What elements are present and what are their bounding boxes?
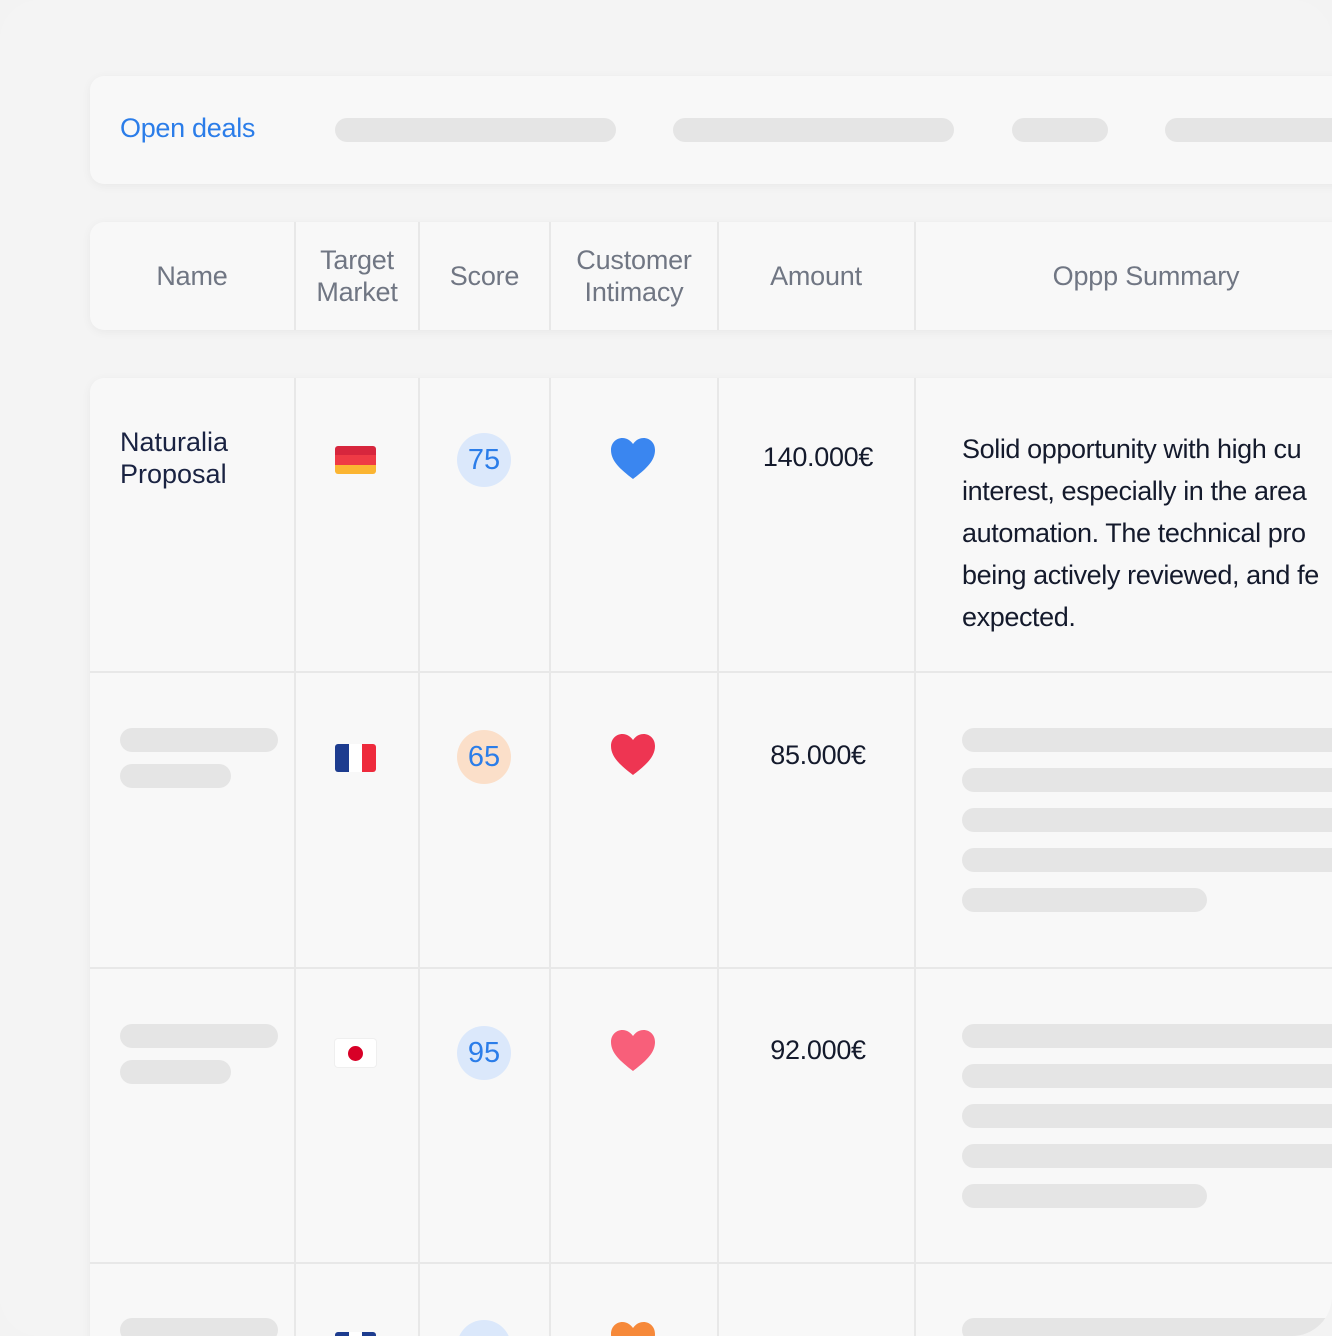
name-placeholder <box>120 1318 278 1336</box>
column-divider <box>717 378 719 1336</box>
deal-name-line: Naturalia <box>120 427 229 457</box>
heart-shape <box>611 734 655 775</box>
tab-placeholder[interactable] <box>1165 118 1332 142</box>
heart-icon <box>611 1030 655 1071</box>
name-placeholder <box>120 728 278 752</box>
france-flag-icon <box>335 744 376 772</box>
column-divider <box>914 378 916 1336</box>
deal-amount: 140.000€ <box>762 442 874 472</box>
summary-placeholder <box>962 728 1332 752</box>
column-divider <box>418 222 420 330</box>
score-badge <box>457 1320 511 1336</box>
flag-icon <box>335 1332 376 1336</box>
score-badge: 75 <box>457 433 511 487</box>
summary-placeholder <box>962 1024 1332 1048</box>
heart-shape <box>611 1030 655 1071</box>
tab-placeholder[interactable] <box>335 118 616 142</box>
tab-placeholder[interactable] <box>1012 118 1108 142</box>
column-divider <box>418 378 420 1336</box>
summary-placeholder <box>962 1318 1332 1336</box>
heart-icon <box>611 734 655 775</box>
heart-shape <box>611 438 655 479</box>
score-value: 95 <box>467 1036 501 1069</box>
column-header-name[interactable]: Name <box>90 222 294 330</box>
summary-placeholder <box>962 808 1332 832</box>
name-placeholder <box>120 1024 278 1048</box>
row-divider <box>90 967 1332 969</box>
tab-bar: Open deals <box>90 76 1332 184</box>
summary-line: being actively reviewed, and fe <box>962 560 1319 590</box>
summary-line: Solid opportunity with high cu <box>962 434 1302 464</box>
deals-table: Naturalia Proposal 75 140.000€ Solid opp… <box>90 378 1332 1336</box>
row-divider <box>90 1262 1332 1264</box>
table-header: Name Target Market Score Customer Intima… <box>90 222 1332 330</box>
column-divider <box>549 222 551 330</box>
column-divider <box>717 222 719 330</box>
deal-amount: 92.000€ <box>770 1035 866 1065</box>
name-placeholder <box>120 1060 231 1084</box>
column-header-score[interactable]: Score <box>420 222 549 330</box>
deal-name[interactable]: Naturalia Proposal <box>120 426 228 490</box>
column-divider <box>294 222 296 330</box>
summary-line: expected. <box>962 602 1076 632</box>
summary-line: automation. The technical pro <box>962 518 1306 548</box>
summary-placeholder <box>962 768 1332 792</box>
score-value: 75 <box>467 443 501 476</box>
japan-flag-icon <box>335 1039 376 1067</box>
score-value: 65 <box>467 740 501 773</box>
score-badge: 95 <box>457 1026 511 1080</box>
summary-line: interest, especially in the area <box>962 476 1307 506</box>
germany-flag-icon <box>335 446 376 474</box>
column-header-summary[interactable]: Oppp Summary <box>916 222 1332 330</box>
row-divider <box>90 671 1332 673</box>
summary-placeholder <box>962 888 1207 912</box>
summary-placeholder <box>962 1184 1207 1208</box>
name-placeholder <box>120 764 231 788</box>
deal-amount: 85.000€ <box>770 740 866 770</box>
summary-placeholder <box>962 1064 1332 1088</box>
tab-open-deals[interactable]: Open deals <box>120 113 255 144</box>
column-divider <box>294 378 296 1336</box>
heart-shape <box>611 1322 655 1336</box>
summary-placeholder <box>962 1104 1332 1128</box>
summary-placeholder <box>962 848 1332 872</box>
column-divider <box>549 378 551 1336</box>
heart-icon <box>611 1322 655 1336</box>
column-header-target-market[interactable]: Target Market <box>296 222 418 330</box>
deal-summary: Solid opportunity with high cu interest,… <box>962 428 1332 638</box>
app-frame: Open deals Name Target Market Score Cust… <box>0 0 1332 1336</box>
summary-placeholder <box>962 1144 1332 1168</box>
heart-icon <box>611 438 655 479</box>
tab-placeholder[interactable] <box>673 118 954 142</box>
column-header-amount[interactable]: Amount <box>719 222 913 330</box>
column-header-customer-intimacy[interactable]: Customer Intimacy <box>551 222 717 330</box>
score-badge: 65 <box>457 730 511 784</box>
column-divider <box>914 222 916 330</box>
deal-name-line: Proposal <box>120 459 227 489</box>
